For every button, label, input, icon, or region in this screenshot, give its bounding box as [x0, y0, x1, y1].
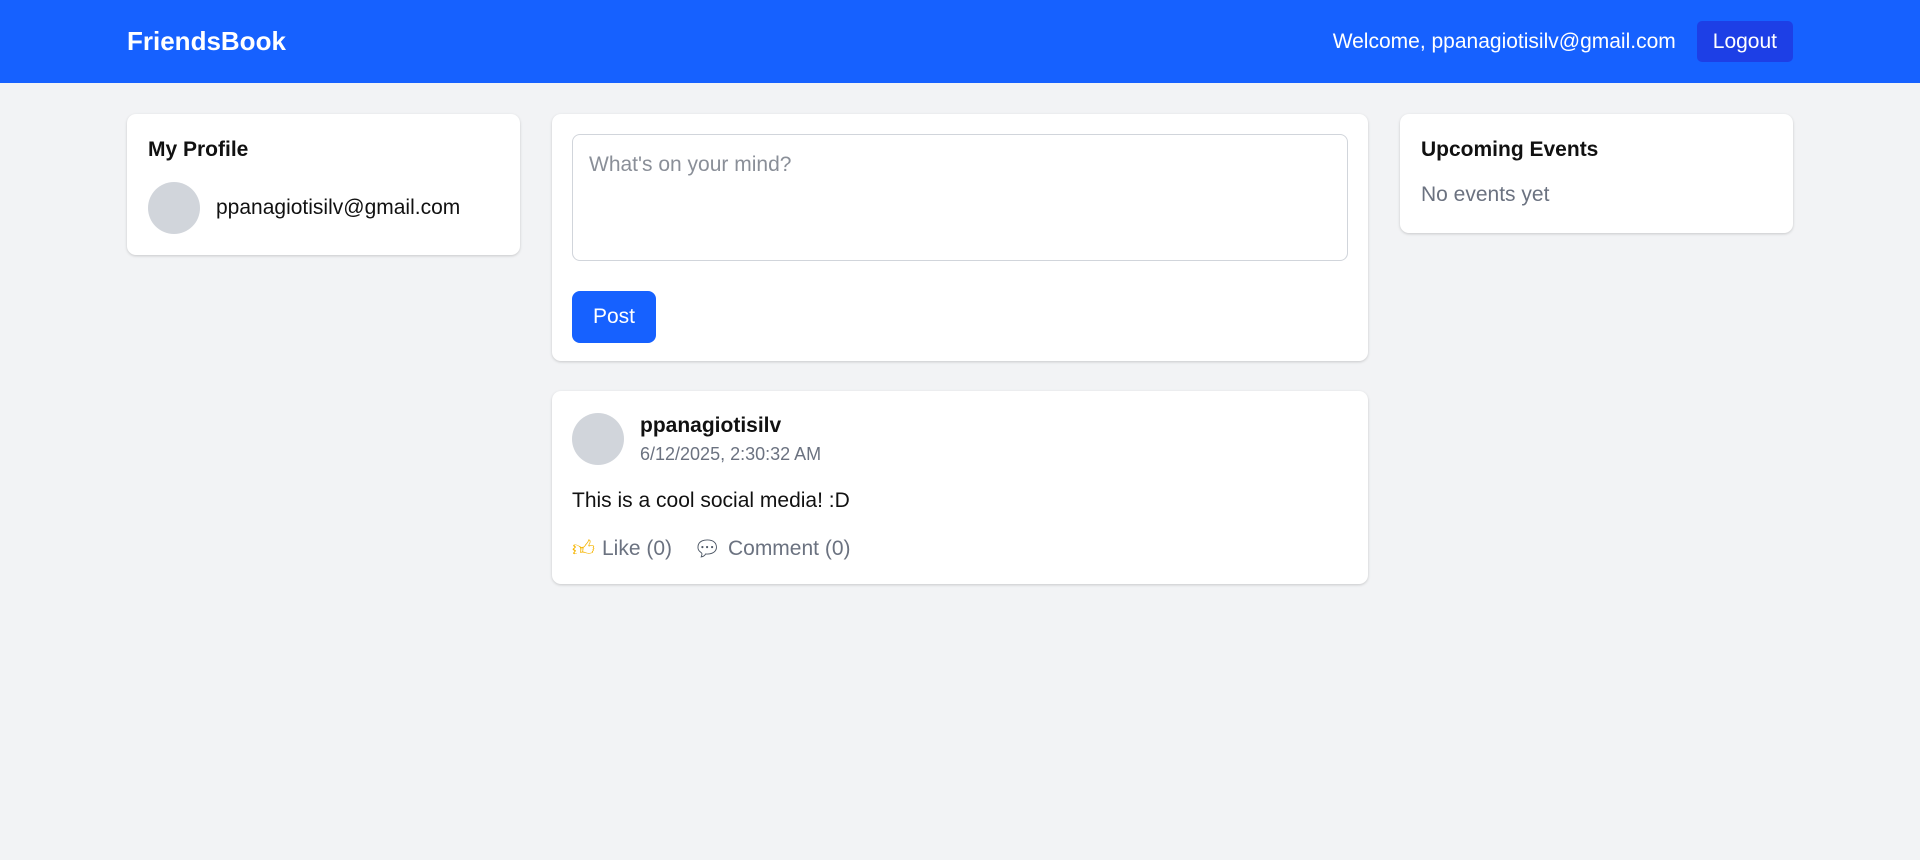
profile-email: ppanagiotisilv@gmail.com — [216, 196, 461, 219]
nav-user-area: Welcome, ppanagiotisilv@gmail.com Logout — [1333, 21, 1793, 62]
post-author[interactable]: ppanagiotisilv — [640, 414, 821, 438]
like-button[interactable]: 👍︎ Like (0) — [572, 535, 672, 562]
comment-label: Comment (0) — [727, 536, 851, 560]
post-button[interactable]: Post — [572, 291, 657, 343]
comment-button[interactable]: 💬︎ Comment (0) — [693, 536, 850, 562]
post-timestamp: 6/12/2025, 2:30:32 AM — [640, 443, 822, 464]
profile-row: ppanagiotisilv@gmail.com — [148, 182, 499, 234]
events-card: Upcoming Events No events yet — [1400, 114, 1793, 233]
post-content: This is a cool social media! :D — [572, 489, 850, 512]
post-author-avatar[interactable] — [572, 413, 624, 465]
top-navbar: FriendsBook Welcome, ppanagiotisilv@gmai… — [0, 0, 1920, 83]
profile-title: My Profile — [148, 138, 249, 161]
post-card: ppanagiotisilv 6/12/2025, 2:30:32 AM Thi… — [552, 391, 1368, 584]
like-label: Like (0) — [602, 536, 673, 560]
speech-bubble-icon: 💬︎ — [693, 535, 721, 561]
post-meta: ppanagiotisilv 6/12/2025, 2:30:32 AM — [640, 414, 821, 465]
post-composer: Post — [552, 114, 1368, 361]
logout-button[interactable]: Logout — [1696, 21, 1793, 62]
thumbs-up-icon: 👍︎ — [572, 536, 595, 561]
post-input[interactable] — [572, 134, 1348, 261]
profile-card: My Profile ppanagiotisilv@gmail.com — [127, 114, 520, 255]
brand-logo[interactable]: FriendsBook — [127, 26, 286, 57]
welcome-text: Welcome, ppanagiotisilv@gmail.com — [1332, 29, 1676, 53]
main-layout: My Profile ppanagiotisilv@gmail.com Post… — [0, 83, 1920, 860]
post-header: ppanagiotisilv 6/12/2025, 2:30:32 AM — [572, 413, 1348, 465]
events-title: Upcoming Events — [1421, 138, 1599, 161]
avatar[interactable] — [148, 182, 200, 234]
post-actions: 👍︎ Like (0) 💬︎ Comment (0) — [572, 535, 1348, 562]
events-empty-text: No events yet — [1421, 183, 1550, 206]
